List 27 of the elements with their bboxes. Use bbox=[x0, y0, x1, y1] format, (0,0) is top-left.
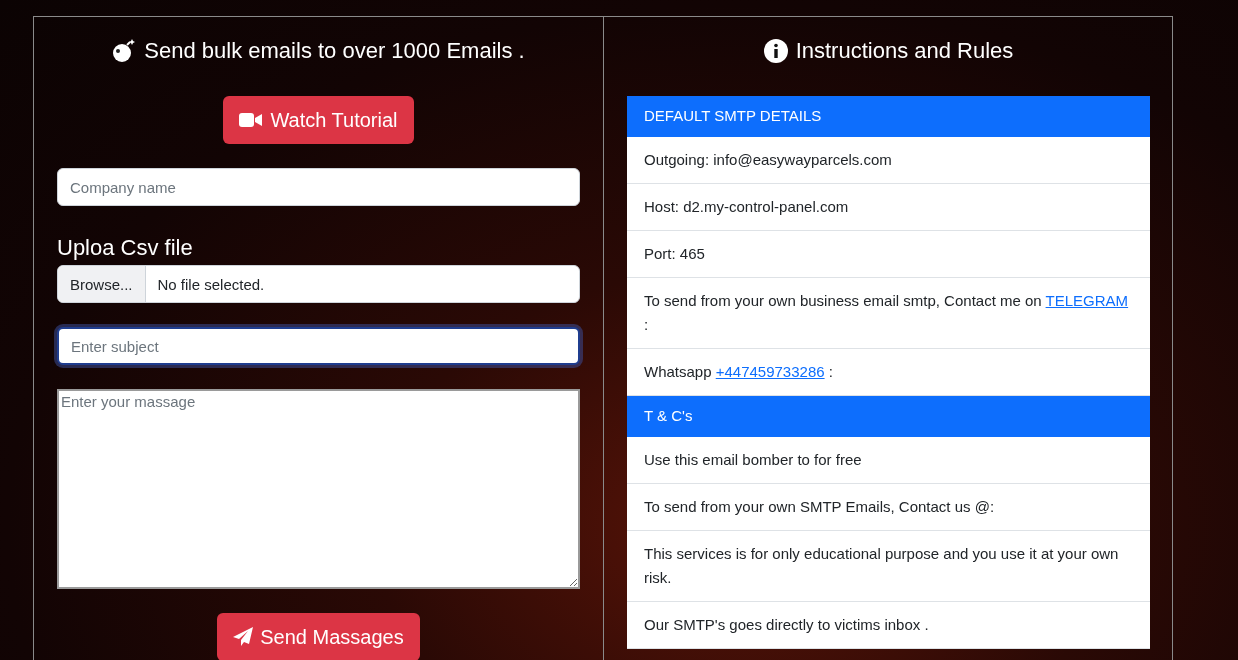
list-header: DEFAULT SMTP DETAILS bbox=[627, 96, 1150, 137]
bomb-icon bbox=[112, 39, 137, 63]
upload-label: Uploa Csv file bbox=[57, 235, 194, 261]
panel-title: Send bulk emails to over 1000 Emails . bbox=[144, 38, 525, 64]
contact-link[interactable]: TELEGRAM bbox=[1045, 292, 1129, 309]
panel-title: Instructions and Rules bbox=[795, 38, 1014, 64]
browse-button[interactable]: Browse... bbox=[58, 266, 146, 302]
list-item: Outgoing: info@easywayparcels.com bbox=[627, 137, 1150, 184]
contact-link[interactable]: +447459733286 bbox=[715, 363, 825, 380]
message-field[interactable]: Enter your massage bbox=[57, 389, 580, 589]
send-messages-button[interactable]: Send Massages bbox=[217, 613, 420, 660]
list-header: T & C's bbox=[627, 396, 1150, 437]
info-icon bbox=[763, 39, 788, 63]
list-item: To send from your own business email smtp, Contact me on TELEGRAM : bbox=[627, 278, 1150, 349]
video-camera-icon bbox=[239, 111, 264, 129]
list-item: Our SMTP's goes directly to victims inbox . bbox=[627, 602, 1150, 649]
list-item: This services is for only educational purpose and you use it at your own risk. bbox=[627, 531, 1150, 602]
company-name-field[interactable]: Company name bbox=[57, 168, 580, 206]
watch-tutorial-button[interactable]: Watch Tutorial bbox=[223, 96, 414, 144]
list-item: To send from your own SMTP Emails, Contact us @: bbox=[627, 484, 1150, 531]
file-status: No file selected. bbox=[156, 275, 265, 293]
list-item: Port: 465 bbox=[627, 231, 1150, 278]
file-input[interactable]: Browse... No file selected. bbox=[57, 265, 580, 303]
subject-field[interactable]: Enter subject bbox=[57, 327, 580, 365]
list-item: Host: d2.my-control-panel.com bbox=[627, 184, 1150, 231]
paper-plane-icon bbox=[233, 627, 254, 647]
list-item: Use this email bomber to for free bbox=[627, 437, 1150, 484]
